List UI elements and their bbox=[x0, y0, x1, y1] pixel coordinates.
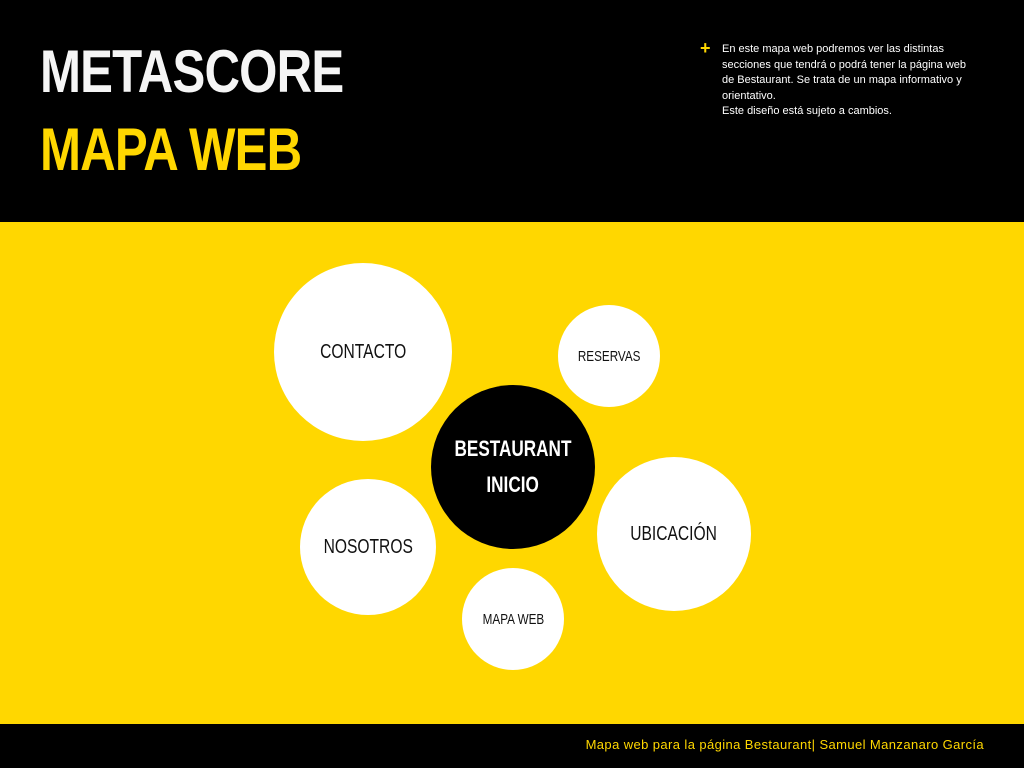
node-label: CONTACTO bbox=[319, 340, 407, 363]
node-mapa-web[interactable]: MAPA WEB bbox=[462, 568, 564, 670]
footer: Mapa web para la página Bestaurant| Samu… bbox=[0, 724, 1024, 768]
node-label: UBICACIÓN bbox=[630, 522, 718, 545]
node-contacto[interactable]: CONTACTO bbox=[274, 263, 452, 441]
description-line: orientativo. bbox=[722, 89, 776, 102]
node-label: RESERVAS bbox=[577, 347, 641, 365]
description-line: secciones que tendrá o podrá tener la pá… bbox=[722, 58, 967, 71]
node-ubicacion[interactable]: UBICACIÓN bbox=[597, 457, 751, 611]
center-label-line2: INICIO bbox=[486, 472, 540, 497]
description-line: de Bestaurant. Se trata de un mapa infor… bbox=[722, 74, 962, 86]
node-label: NOSOTROS bbox=[323, 535, 413, 558]
footer-credit: Mapa web para la página Bestaurant| Samu… bbox=[585, 737, 984, 752]
node-reservas[interactable]: RESERVAS bbox=[558, 305, 660, 407]
center-label-line1: BESTAURANT bbox=[454, 436, 572, 461]
plus-icon: + bbox=[700, 38, 711, 58]
page-subtitle: MAPA WEB bbox=[40, 116, 302, 183]
header: METASCORE MAPA WEB + En este mapa web po… bbox=[0, 0, 1024, 222]
node-label: MAPA WEB bbox=[482, 610, 544, 628]
sitemap-diagram: CONTACTO RESERVAS BESTAURANT INICIO UBIC… bbox=[0, 222, 1024, 724]
node-center-inicio[interactable]: BESTAURANT INICIO bbox=[431, 385, 595, 549]
description-text: En este mapa web podremos ver las distin… bbox=[722, 42, 990, 120]
description-line: Este diseño está sujeto a cambios. bbox=[722, 105, 892, 117]
page-title: METASCORE bbox=[40, 38, 344, 105]
description-line: En este mapa web podremos ver las distin… bbox=[722, 43, 944, 55]
node-nosotros[interactable]: NOSOTROS bbox=[300, 479, 436, 615]
